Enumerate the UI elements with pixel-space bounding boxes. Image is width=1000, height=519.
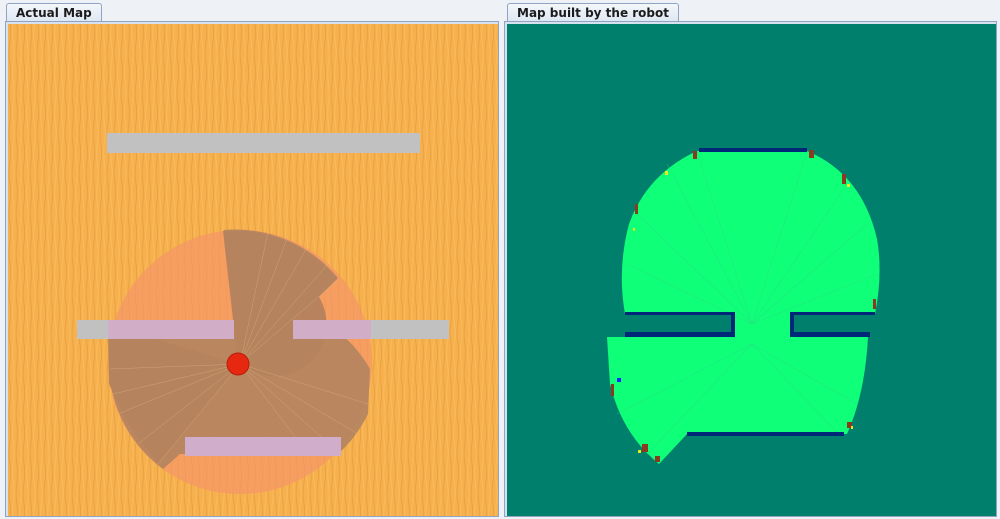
wall-middle-left-overlap	[108, 320, 234, 339]
edge-middle-top-right	[790, 312, 875, 315]
wall-top	[107, 133, 420, 153]
edge-middle-right	[790, 332, 870, 337]
edge-middle-gap-left	[731, 314, 735, 336]
robot-position-marker	[617, 378, 621, 382]
tab-actual-map[interactable]: Actual Map	[6, 3, 102, 22]
robot-map-canvas	[507, 24, 996, 516]
wall-middle-right-overlap	[293, 320, 371, 339]
edge-top	[699, 148, 807, 152]
free-space-upper	[621, 151, 880, 334]
edge-bottom	[687, 432, 844, 436]
edge-middle-left	[625, 332, 735, 337]
robot-map-frame	[504, 21, 997, 517]
edge-middle-top-left	[625, 312, 735, 315]
edge-middle-gap-right	[790, 314, 794, 336]
robot-icon[interactable]	[226, 352, 250, 376]
tab-robot-map[interactable]: Map built by the robot	[507, 3, 679, 22]
actual-map-frame	[5, 21, 499, 517]
wall-bottom-overlap	[185, 437, 341, 456]
actual-map-canvas	[8, 24, 498, 516]
